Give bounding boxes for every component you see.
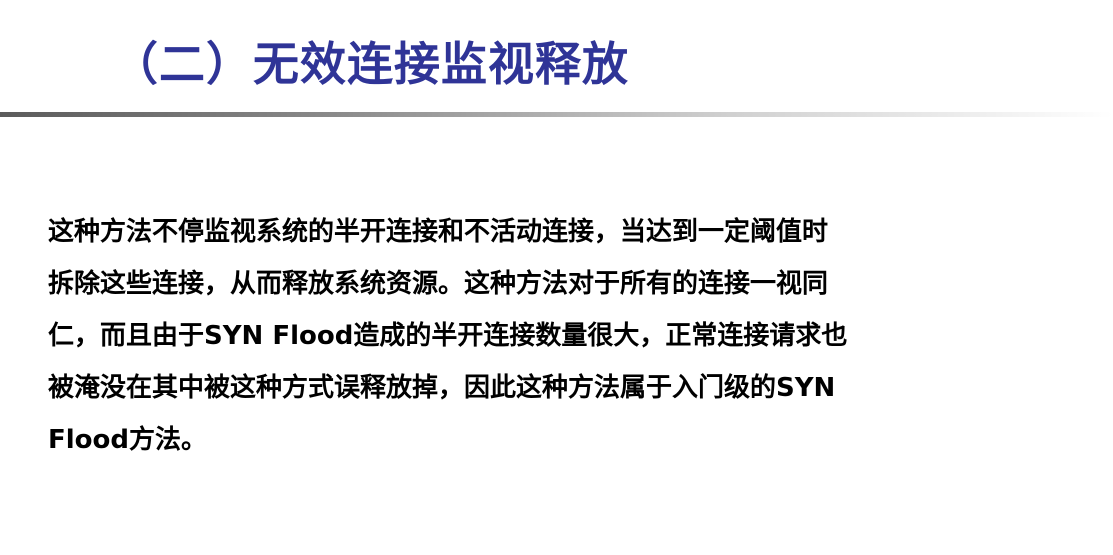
body-line: Flood方法。 <box>48 425 208 455</box>
body-line: 这种方法不停监视系统的半开连接和不活动连接，当达到一定阈值时 <box>48 217 829 247</box>
slide-title: （二）无效连接监视释放 <box>112 37 629 91</box>
body-line: 被淹没在其中被这种方式误释放掉，因此这种方法属于入门级的SYN <box>48 373 836 403</box>
slide-body: 这种方法不停监视系统的半开连接和不活动连接，当达到一定阈值时 拆除这些连接，从而… <box>48 206 978 466</box>
title-divider <box>0 112 1113 117</box>
body-line: 拆除这些连接，从而释放系统资源。这种方法对于所有的连接一视同 <box>48 269 829 299</box>
body-line: 仁，而且由于SYN Flood造成的半开连接数量很大，正常连接请求也 <box>48 321 848 351</box>
